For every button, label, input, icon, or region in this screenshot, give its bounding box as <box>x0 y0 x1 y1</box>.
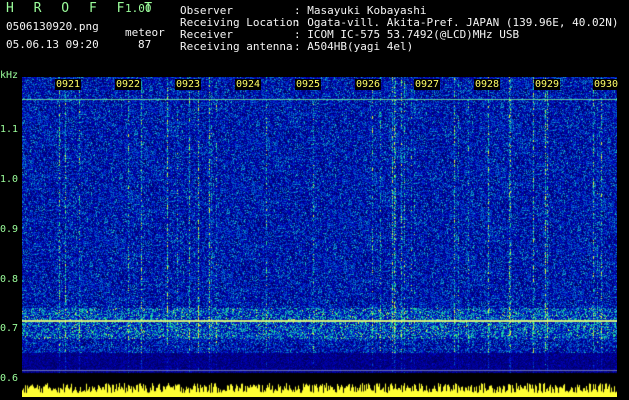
header-panel: H R O F F T 1.00 0506130920.png meteor 0… <box>0 0 629 70</box>
y-tick-label: 0.9 <box>0 224 19 235</box>
y-tick-label: 1.0 <box>0 174 19 185</box>
antenna-label: Receiving antenna <box>180 40 293 53</box>
time-tick-label: 0928 <box>474 79 501 90</box>
y-tick-label: 0.7 <box>0 323 19 334</box>
y-tick-label: 0.8 <box>0 274 19 285</box>
time-tick-label: 0921 <box>55 79 82 90</box>
y-axis-unit: kHz <box>0 70 19 81</box>
antenna-value: : A504HB(yagi 4el) <box>294 40 414 53</box>
time-tick-label: 0925 <box>295 79 322 90</box>
file-name: 0506130920.png <box>6 20 99 33</box>
meteor-count: 87 <box>138 38 152 51</box>
right-margin <box>617 77 629 400</box>
time-tick-label: 0930 <box>593 79 620 90</box>
time-tick-label: 0926 <box>355 79 382 90</box>
time-tick-label: 0927 <box>414 79 441 90</box>
y-tick-label: 0.6 <box>0 373 19 384</box>
y-tick-label: 1.1 <box>0 124 19 135</box>
time-tick-label: 0924 <box>235 79 262 90</box>
time-tick-label: 0929 <box>534 79 561 90</box>
time-tick-label: 0922 <box>115 79 142 90</box>
date-time: 05.06.13 09:20 <box>6 38 99 51</box>
app-version: 1.00 <box>125 2 152 15</box>
spectrogram-canvas <box>22 77 617 397</box>
time-tick-label: 0923 <box>175 79 202 90</box>
